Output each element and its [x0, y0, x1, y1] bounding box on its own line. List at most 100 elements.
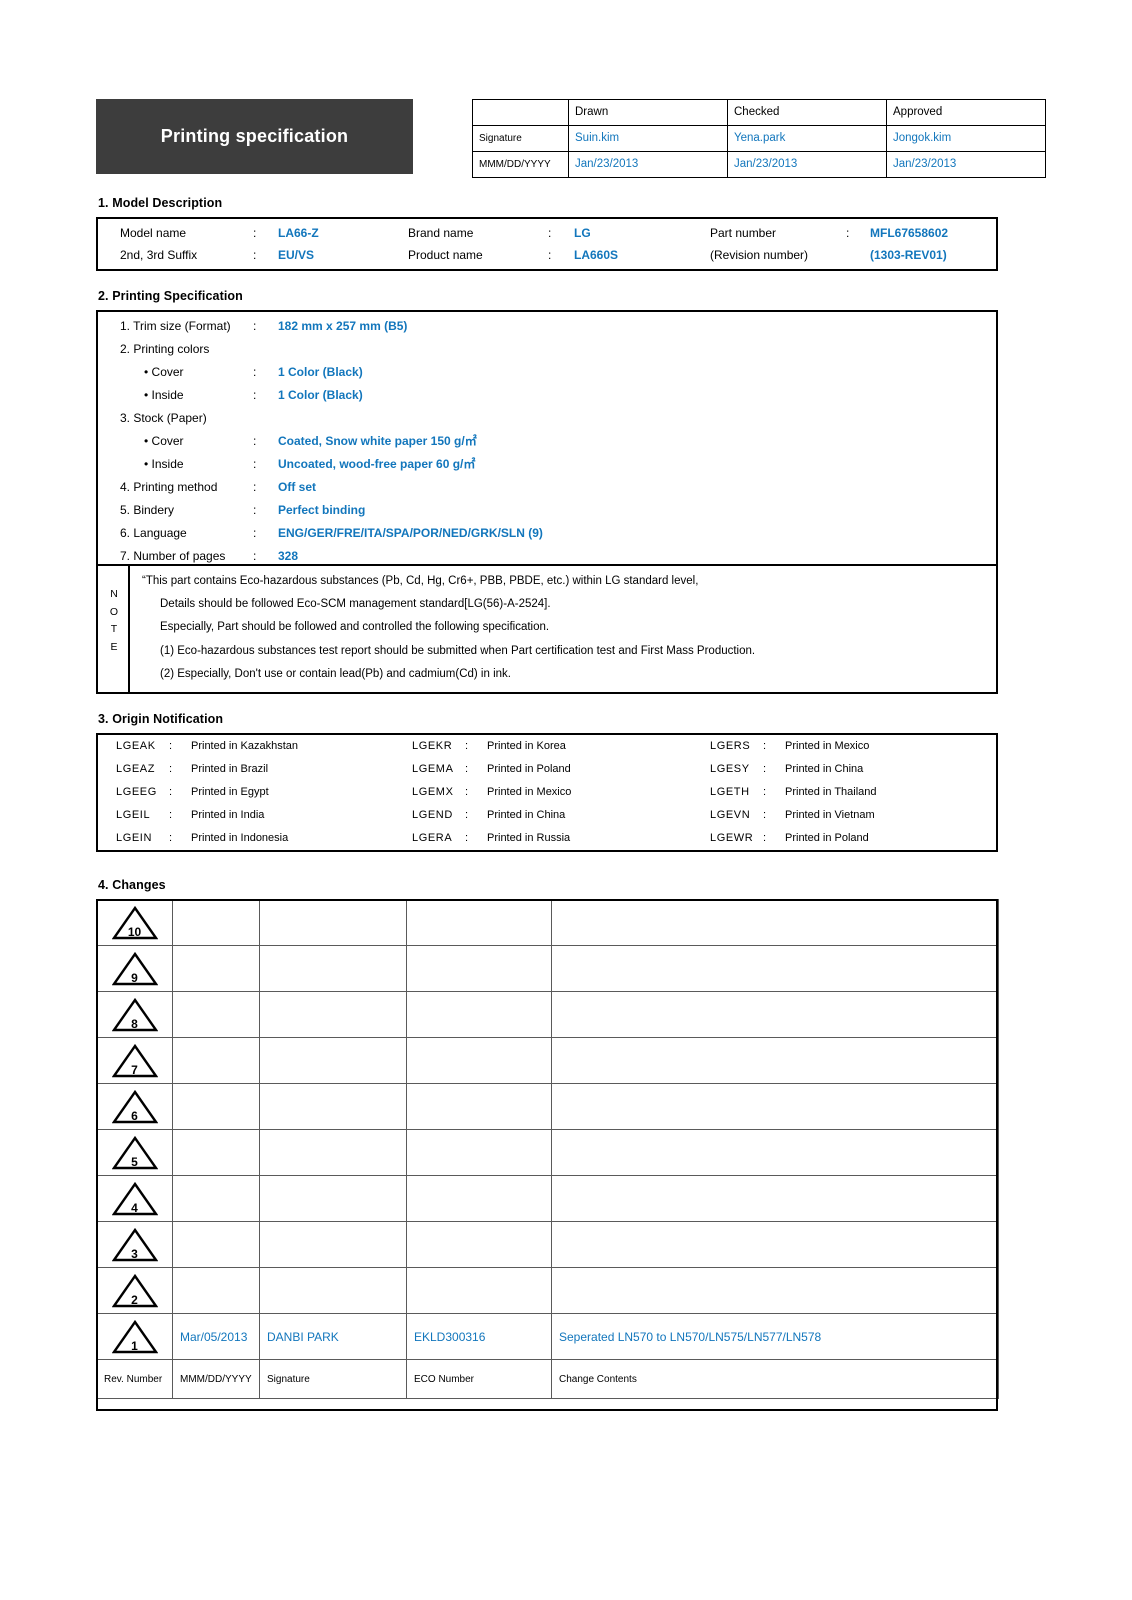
- spec-value-bindery: Perfect binding: [278, 503, 366, 517]
- printing-specification-box: 1. Trim size (Format) : 182 mm x 257 mm …: [96, 310, 998, 564]
- origin-colon-11: :: [763, 809, 767, 821]
- origin-name-8: Printed in Thailand: [785, 786, 877, 798]
- spec-colon-language: :: [253, 526, 257, 540]
- table-row[interactable]: 3: [96, 1221, 999, 1268]
- table-row[interactable]: 1 Mar/05/2013 DANBI PARK EKLD300316 Sepe…: [96, 1313, 999, 1360]
- table-row[interactable]: 9: [96, 945, 999, 992]
- revision-triangle-10: 10: [97, 900, 172, 945]
- changes-date-8: [172, 991, 260, 1038]
- changes-eco-7: [406, 1037, 552, 1084]
- suffix-label: 2nd, 3rd Suffix: [120, 248, 198, 262]
- approval-col-approved: Approved: [886, 99, 1046, 126]
- origin-code-11: LGEVN: [710, 809, 751, 821]
- origin-name-6: Printed in Egypt: [191, 786, 269, 798]
- section-heading-model-description: 1. Model Description: [98, 196, 223, 210]
- spec-colon-trim-size: :: [253, 319, 257, 333]
- spec-item-trim-size: 1. Trim size (Format) : 182 mm x 257 mm …: [98, 315, 996, 338]
- note-column-divider: [128, 564, 130, 694]
- changes-rev-cell-8: 8: [96, 991, 173, 1038]
- suffix-value: EU/VS: [278, 248, 315, 262]
- note-line-5: (2) Especially, Don't use or contain lea…: [160, 668, 511, 680]
- spec-item-printing-colors: 2. Printing colors: [98, 338, 996, 361]
- spec-item-printing-method: 4. Printing method : Off set: [98, 476, 996, 499]
- changes-date-9: [172, 945, 260, 992]
- origin-name-2: Printed in Mexico: [785, 740, 870, 752]
- suffix-colon: :: [253, 248, 257, 262]
- spec-item-language: 6. Language : ENG/GER/FRE/ITA/SPA/POR/NE…: [98, 522, 996, 545]
- table-row[interactable]: 2: [96, 1267, 999, 1314]
- note-letter-e: E: [110, 640, 118, 653]
- changes-legend-signature: Signature: [259, 1359, 407, 1399]
- changes-signature-10: [259, 899, 407, 946]
- revision-number-9: 9: [131, 970, 138, 985]
- revision-triangle-6: 6: [97, 1084, 172, 1129]
- changes-contents-6: [551, 1083, 999, 1130]
- table-row[interactable]: 4: [96, 1175, 999, 1222]
- changes-signature-5: [259, 1129, 407, 1176]
- revision-number-8: 8: [131, 1016, 138, 1031]
- spec-label-trim-size: 1. Trim size (Format): [120, 319, 231, 333]
- changes-signature-6: [259, 1083, 407, 1130]
- approval-date-approved: Jan/23/2013: [886, 151, 1046, 178]
- approval-signature-row: Signature Suin.kim Yena.park Jongok.kim: [472, 125, 1046, 152]
- changes-contents-9: [551, 945, 999, 992]
- spec-item-bindery: 5. Bindery : Perfect binding: [98, 499, 996, 522]
- table-row[interactable]: 10: [96, 899, 999, 946]
- changes-eco-9: [406, 945, 552, 992]
- approval-header-row: Drawn Checked Approved: [472, 99, 1046, 126]
- origin-code-8: LGETH: [710, 786, 750, 798]
- spec-label-bindery: 5. Bindery: [120, 503, 175, 517]
- changes-eco-5: [406, 1129, 552, 1176]
- spec-label-colors-inside: • Inside: [144, 388, 184, 402]
- spec-item-stock-cover: • Cover : Coated, Snow white paper 150 g…: [98, 430, 996, 453]
- changes-eco-3: [406, 1221, 552, 1268]
- changes-date-1: Mar/05/2013: [172, 1313, 260, 1360]
- origin-code-13: LGERA: [412, 832, 453, 844]
- origin-code-3: LGEAZ: [116, 763, 156, 775]
- changes-contents-5: [551, 1129, 999, 1176]
- changes-table: 10 9 8 7 6 5 4 3 2 1 Mar/05/2013 DANBI P…: [96, 899, 999, 1399]
- model-row-1: Model name : LA66-Z Brand name : LG Part…: [98, 222, 996, 244]
- spec-label-stock-cover: • Cover: [144, 434, 184, 448]
- changes-rev-cell-1: 1: [96, 1313, 173, 1360]
- revision-triangle-9: 9: [97, 946, 172, 991]
- revision-triangle-5: 5: [97, 1130, 172, 1175]
- changes-rev-cell-6: 6: [96, 1083, 173, 1130]
- table-row[interactable]: 5: [96, 1129, 999, 1176]
- changes-rev-cell-2: 2: [96, 1267, 173, 1314]
- spec-label-printing-colors: 2. Printing colors: [120, 342, 210, 356]
- origin-colon-9: :: [169, 809, 173, 821]
- changes-legend-date: MMM/DD/YYYY: [172, 1359, 260, 1399]
- approval-signature-label: Signature: [472, 125, 569, 152]
- origin-name-0: Printed in Kazakhstan: [191, 740, 299, 752]
- spec-label-printing-method: 4. Printing method: [120, 480, 218, 494]
- changes-contents-4: [551, 1175, 999, 1222]
- approval-date-label: MMM/DD/YYYY: [472, 151, 569, 178]
- origin-colon-6: :: [169, 786, 173, 798]
- changes-rev-cell-9: 9: [96, 945, 173, 992]
- table-row[interactable]: 6: [96, 1083, 999, 1130]
- approval-table: Drawn Checked Approved Signature Suin.ki…: [472, 99, 1046, 178]
- origin-colon-13: :: [465, 832, 469, 844]
- origin-name-14: Printed in Poland: [785, 832, 869, 844]
- origin-name-10: Printed in China: [487, 809, 566, 821]
- table-row[interactable]: 7: [96, 1037, 999, 1084]
- revision-number-value: (1303-REV01): [870, 248, 947, 262]
- revision-triangle-4: 4: [97, 1176, 172, 1221]
- changes-contents-1: Seperated LN570 to LN570/LN575/LN577/LN5…: [551, 1313, 999, 1360]
- changes-date-6: [172, 1083, 260, 1130]
- revision-triangle-7: 7: [97, 1038, 172, 1083]
- spec-value-language: ENG/GER/FRE/ITA/SPA/POR/NED/GRK/SLN (9): [278, 526, 543, 540]
- note-line-2: Details should be followed Eco-SCM manag…: [160, 598, 551, 610]
- origin-code-14: LGEWR: [710, 832, 754, 844]
- revision-number-label: (Revision number): [710, 248, 809, 262]
- revision-number-5: 5: [131, 1154, 138, 1169]
- product-name-colon: :: [548, 248, 552, 262]
- section-heading-printing-specification: 2. Printing Specification: [98, 289, 243, 303]
- origin-colon-1: :: [465, 740, 469, 752]
- changes-rev-cell-3: 3: [96, 1221, 173, 1268]
- table-row[interactable]: 8: [96, 991, 999, 1038]
- approval-col-checked: Checked: [727, 99, 887, 126]
- approval-date-drawn: Jan/23/2013: [568, 151, 728, 178]
- origin-name-1: Printed in Korea: [487, 740, 566, 752]
